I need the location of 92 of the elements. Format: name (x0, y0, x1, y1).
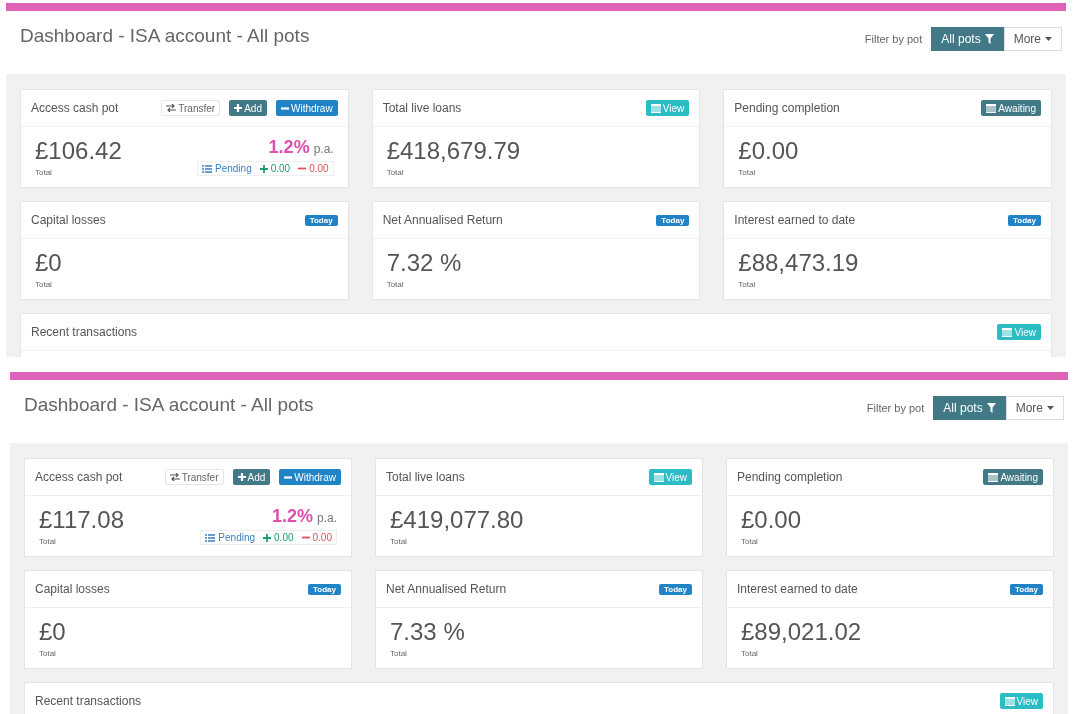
stat-caption: Total (386, 280, 405, 289)
card-title: Recent transactions (35, 694, 142, 708)
stat-caption: Total (738, 168, 757, 177)
interest-rate: 1.2% (271, 506, 313, 527)
today-badge: Today (1010, 583, 1043, 595)
pending-in-amount: 0.00 (270, 163, 291, 174)
withdraw-button[interactable]: Withdraw (275, 100, 338, 116)
card-title: Net Annualised Return (386, 582, 507, 596)
today-badge: Today (308, 583, 341, 595)
awaiting-button[interactable]: Awaiting (983, 469, 1043, 485)
table-icon (988, 472, 999, 482)
card-title: Pending completion (734, 101, 840, 115)
today-badge: Today (659, 583, 692, 595)
transfer-arrows-icon (166, 104, 177, 112)
table-icon (653, 472, 664, 482)
rate-unit: p.a. (313, 142, 334, 156)
stat-value: 7.33 % (390, 618, 465, 646)
pending-out-amount: 0.00 (312, 532, 332, 543)
minus-icon (298, 167, 307, 170)
caret-icon (1047, 406, 1054, 410)
transfer-button[interactable]: Transfer (161, 100, 221, 116)
transfer-arrows-icon (169, 473, 180, 481)
stat-value: £117.08 (39, 506, 124, 534)
filter-label: Filter by pot (864, 33, 923, 45)
pending-link[interactable]: Pending (215, 163, 252, 174)
table-icon (986, 103, 997, 113)
transfer-button[interactable]: Transfer (164, 469, 224, 485)
plus-icon (259, 164, 268, 173)
filter-button[interactable]: All pots (931, 27, 1004, 51)
filter-button[interactable]: All pots (933, 396, 1006, 420)
stat-caption: Total (738, 280, 757, 289)
stat-caption: Total (741, 537, 759, 546)
minus-icon (284, 475, 293, 479)
stat-value: £0 (35, 249, 62, 277)
card-title: Net Annualised Return (382, 213, 503, 227)
filter-icon (986, 403, 996, 413)
today-badge: Today (656, 214, 690, 226)
card-title: Interest earned to date (734, 213, 856, 227)
stat-value: £418,679.79 (386, 137, 521, 165)
pending-in-amount: 0.00 (274, 532, 294, 543)
stat-value: £0.00 (738, 137, 799, 165)
dropdown-button[interactable]: More (1005, 396, 1064, 420)
withdraw-button[interactable]: Withdraw (279, 469, 341, 485)
stat-value: 7.32 % (386, 249, 462, 277)
stat-value: £89,021.02 (741, 618, 862, 646)
stat-caption: Total (39, 649, 57, 658)
stat-value: £0.00 (741, 506, 802, 534)
caret-icon (1045, 37, 1052, 41)
interest-rate: 1.2% (268, 137, 310, 158)
stat-caption: Total (741, 649, 759, 658)
today-badge: Today (304, 214, 338, 226)
list-icon (202, 164, 212, 173)
table-icon (650, 103, 661, 113)
stat-value: £419,077.80 (390, 506, 524, 534)
list-icon (205, 533, 216, 542)
minus-icon (280, 106, 289, 110)
stat-value: £0 (39, 618, 66, 646)
add-button[interactable]: Add (229, 100, 267, 116)
card-title: Capital losses (35, 582, 110, 596)
plus-icon (263, 533, 272, 542)
card-title: Access cash pot (35, 470, 123, 484)
minus-icon (301, 536, 310, 539)
stat-caption: Total (386, 168, 405, 177)
card-title: Pending completion (737, 470, 843, 484)
stat-caption: Total (35, 280, 53, 289)
rate-unit: p.a. (317, 511, 337, 525)
pending-link[interactable]: Pending (218, 532, 256, 543)
today-badge: Today (1008, 214, 1041, 226)
card-title: Interest earned to date (737, 582, 858, 596)
dropdown-button[interactable]: More (1003, 27, 1062, 51)
plus-icon (234, 104, 243, 112)
stat-value: £106.42 (35, 137, 122, 165)
stat-caption: Total (390, 537, 408, 546)
add-button[interactable]: Add (232, 469, 271, 485)
card-title: Recent transactions (31, 325, 138, 339)
stat-value: £88,473.19 (738, 249, 859, 277)
card-title: Total live loans (382, 101, 462, 115)
card-title: Access cash pot (31, 101, 119, 115)
card-title: Capital losses (31, 213, 106, 227)
table-icon (1002, 327, 1013, 337)
plus-icon (237, 473, 246, 481)
filter-icon (984, 34, 994, 44)
page-title: Dashboard - ISA account - All pots (24, 394, 314, 416)
table-icon (1004, 696, 1015, 706)
page-title: Dashboard - ISA account - All pots (20, 25, 310, 47)
awaiting-button[interactable]: Awaiting (981, 100, 1041, 116)
card-title: Total live loans (386, 470, 465, 484)
stat-caption: Total (390, 649, 408, 658)
pending-out-amount: 0.00 (309, 163, 329, 174)
stat-caption: Total (39, 537, 57, 546)
stat-caption: Total (35, 168, 53, 177)
filter-label: Filter by pot (866, 402, 925, 414)
